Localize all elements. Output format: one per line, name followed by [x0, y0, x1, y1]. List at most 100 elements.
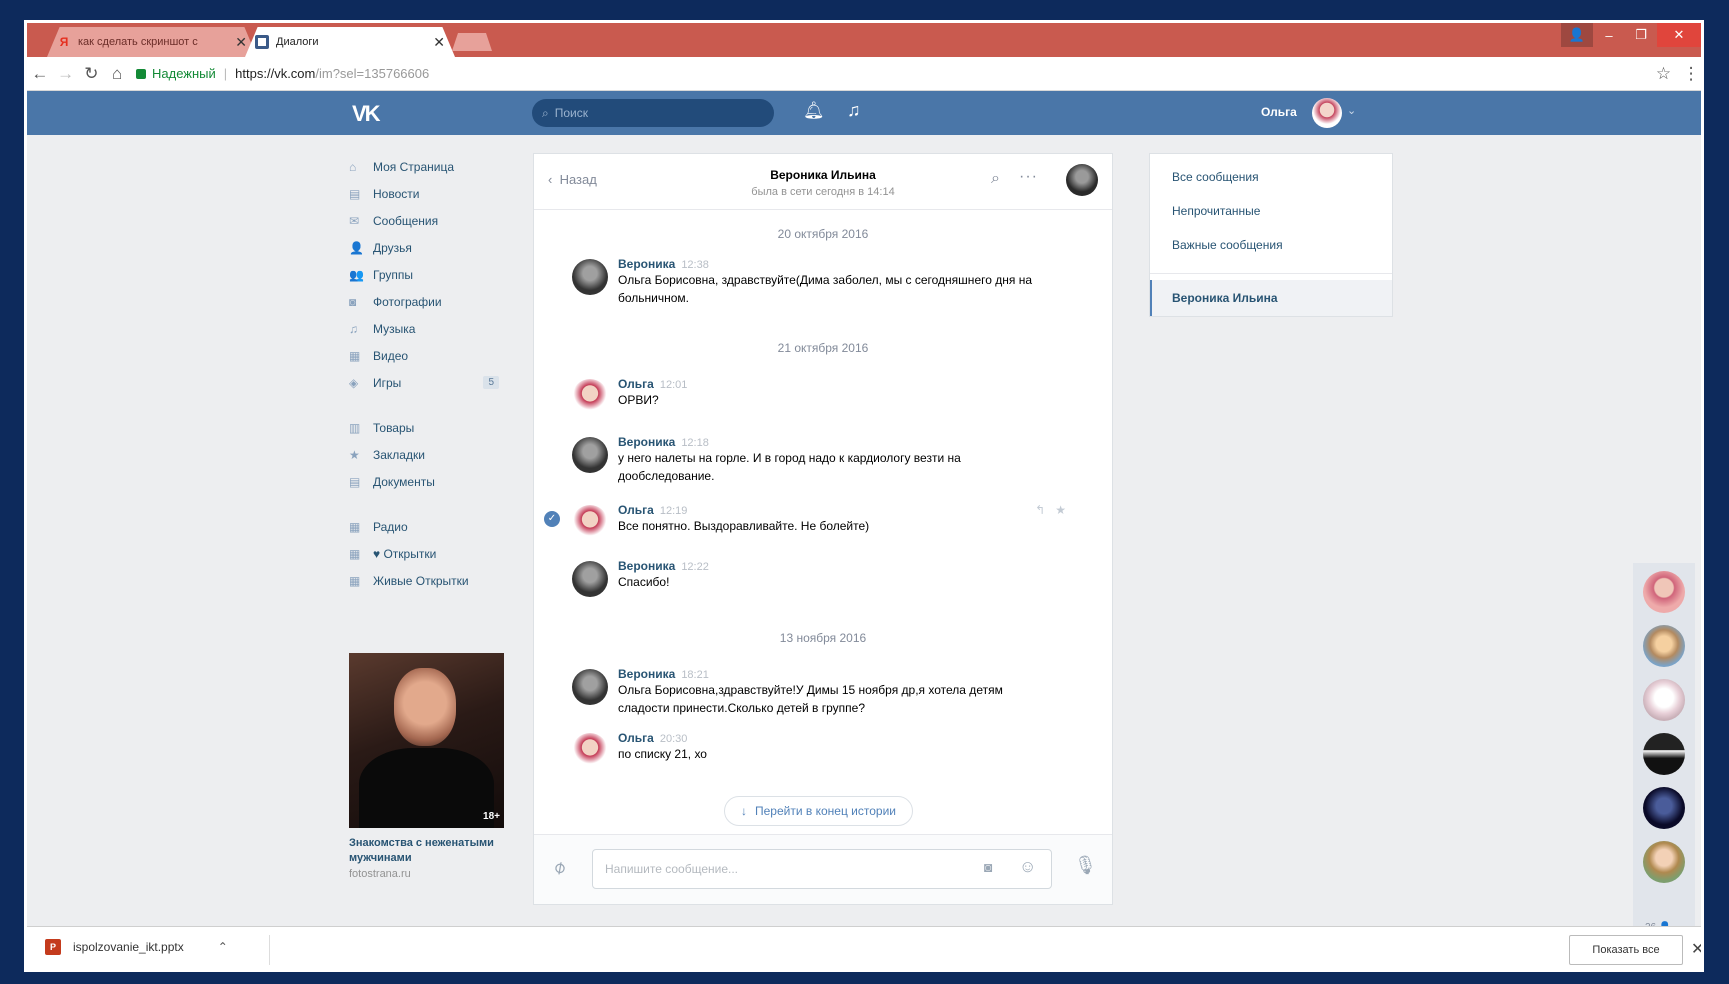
- reply-icon[interactable]: ↰: [1035, 503, 1045, 517]
- scroll-down-arrow-icon[interactable]: ▼: [1703, 936, 1704, 945]
- menu-item-photos[interactable]: ◙ Фотографии: [349, 288, 499, 315]
- vk-logo[interactable]: VK: [352, 101, 381, 127]
- jump-to-end-button[interactable]: ↓ Перейти в конец истории: [724, 796, 913, 826]
- avatar[interactable]: [572, 669, 608, 705]
- message-item[interactable]: ✓ Ольга 12:19 Все понятно. Выздоравливайт…: [534, 503, 1112, 547]
- menu-item-games[interactable]: ◈ Игры 5: [349, 369, 499, 396]
- profile-icon[interactable]: 👤: [1561, 23, 1593, 47]
- message-item[interactable]: Вероника 12:18 у него налеты на горле. И …: [534, 435, 1112, 485]
- filter-current-dialog[interactable]: Вероника Ильина: [1150, 280, 1392, 316]
- avatar[interactable]: [1643, 841, 1685, 883]
- message-item[interactable]: Вероника 12:22 Спасибо!: [534, 559, 1112, 603]
- browser-menu-icon[interactable]: ⋮: [1681, 64, 1701, 84]
- ad-block[interactable]: 18+ Знакомства с неженатыми мужчинами fo…: [349, 653, 504, 880]
- vk-search-input[interactable]: ⌕ Поиск: [532, 99, 774, 127]
- camera-icon[interactable]: ◙: [984, 859, 992, 875]
- avatar[interactable]: [1643, 571, 1685, 613]
- message-history[interactable]: 20 октября 2016 Вероника 12:38 Ольга Бори…: [534, 211, 1112, 836]
- bookmark-star-icon[interactable]: ☆: [1656, 64, 1671, 84]
- user-name[interactable]: Ольга: [1261, 105, 1297, 119]
- url-input[interactable]: Надежный | https://vk.com /im?sel=135766…: [136, 62, 1681, 86]
- message-text: ОРВИ?: [618, 393, 659, 407]
- menu-item-live-postcards[interactable]: ▦ Живые Открытки: [349, 567, 499, 594]
- scrollbar-thumb[interactable]: [1703, 226, 1704, 356]
- message-author[interactable]: Ольга: [618, 377, 654, 391]
- menu-item-messages[interactable]: ✉ Сообщения: [349, 207, 499, 234]
- maximize-icon[interactable]: ❐: [1625, 23, 1657, 47]
- menu-item-music[interactable]: ♫ Музыка: [349, 315, 499, 342]
- message-item[interactable]: Вероника 18:21 Ольга Борисовна,здравствуй…: [534, 667, 1112, 717]
- avatar[interactable]: [1643, 625, 1685, 667]
- window-controls: 👤 – ❐ ✕: [1561, 23, 1701, 47]
- message-author[interactable]: Вероника: [618, 435, 675, 449]
- menu-item-news[interactable]: ▤ Новости: [349, 180, 499, 207]
- close-icon[interactable]: ✕: [1691, 939, 1701, 959]
- forward-arrow-icon[interactable]: →: [53, 64, 79, 84]
- microphone-icon[interactable]: 🎙︎: [1074, 855, 1097, 876]
- new-tab-button[interactable]: [452, 33, 492, 51]
- filter-unread[interactable]: Непрочитанные: [1150, 194, 1392, 228]
- check-icon[interactable]: ✓: [544, 511, 560, 527]
- page-scrollbar[interactable]: ▲ ▼: [1701, 91, 1704, 947]
- tab-close-icon[interactable]: ✕: [235, 34, 247, 51]
- window-close-icon[interactable]: ✕: [1657, 23, 1701, 47]
- chevron-down-icon[interactable]: ⌄: [1347, 104, 1356, 117]
- more-icon[interactable]: ···: [1019, 168, 1038, 186]
- avatar[interactable]: [1643, 679, 1685, 721]
- avatar[interactable]: [1312, 98, 1342, 128]
- ad-title[interactable]: Знакомства с неженатыми мужчинами: [349, 836, 504, 866]
- avatar[interactable]: [572, 505, 608, 541]
- search-icon[interactable]: ⌕: [991, 170, 1000, 188]
- message-author[interactable]: Ольга: [618, 731, 654, 745]
- menu-item-bookmarks[interactable]: ★ Закладки: [349, 441, 499, 468]
- menu-item-postcards[interactable]: ▦ ♥ Открытки: [349, 540, 499, 567]
- chat-panel: ‹ Назад Вероника Ильина была в сети сего…: [533, 153, 1113, 905]
- back-arrow-icon[interactable]: ←: [27, 64, 53, 84]
- avatar[interactable]: [572, 437, 608, 473]
- music-icon[interactable]: ♫: [847, 100, 861, 121]
- message-input[interactable]: Напишите сообщение...: [592, 849, 1052, 889]
- tab-yandex-search[interactable]: Я как сделать скриншот с ✕: [47, 27, 257, 57]
- menu-item-video[interactable]: ▦ Видео: [349, 342, 499, 369]
- avatar[interactable]: [1066, 164, 1098, 196]
- bell-icon[interactable]: 🔔︎: [803, 101, 825, 121]
- show-all-downloads-button[interactable]: Показать все: [1569, 935, 1683, 965]
- menu-item-documents[interactable]: ▤ Документы: [349, 468, 499, 495]
- message-item[interactable]: Ольга 12:01 ОРВИ?: [534, 377, 1112, 421]
- minimize-icon[interactable]: –: [1593, 23, 1625, 47]
- menu-item-groups[interactable]: 👥 Группы: [349, 261, 499, 288]
- message-author[interactable]: Ольга: [618, 503, 654, 517]
- message-author[interactable]: Вероника: [618, 667, 675, 681]
- menu-label: Новости: [373, 186, 420, 201]
- menu-label: Закладки: [373, 447, 425, 462]
- reload-icon[interactable]: ↻: [79, 64, 105, 84]
- avatar[interactable]: [572, 379, 608, 415]
- paperclip-icon[interactable]: ⌀: [549, 856, 570, 879]
- gamepad-icon: ◈: [349, 375, 359, 390]
- chevron-up-icon[interactable]: ⌃: [218, 940, 228, 954]
- avatar[interactable]: [572, 259, 608, 295]
- avatar[interactable]: [1643, 733, 1685, 775]
- menu-item-radio[interactable]: ▦ Радио: [349, 513, 499, 540]
- tab-dialogs[interactable]: Диалоги ✕: [245, 27, 455, 57]
- filter-all-messages[interactable]: Все сообщения: [1150, 160, 1392, 194]
- avatar[interactable]: [572, 561, 608, 597]
- menu-item-friends[interactable]: 👤 Друзья: [349, 234, 499, 261]
- star-icon[interactable]: ★: [1055, 503, 1066, 517]
- message-author[interactable]: Вероника: [618, 559, 675, 573]
- message-item[interactable]: Ольга 20:30 по списку 21, хо: [534, 731, 1112, 775]
- avatar[interactable]: [1643, 787, 1685, 829]
- avatar[interactable]: [572, 733, 608, 769]
- message-author[interactable]: Вероника: [618, 257, 675, 271]
- scroll-up-arrow-icon[interactable]: ▲: [1703, 93, 1704, 102]
- download-item[interactable]: P ispolzovanie_ikt.pptx ⌃: [45, 939, 228, 955]
- message-text: Спасибо!: [618, 575, 670, 589]
- message-item[interactable]: Вероника 12:38 Ольга Борисовна, здравству…: [534, 257, 1112, 307]
- emoji-icon[interactable]: ☺: [1019, 857, 1036, 877]
- menu-item-goods[interactable]: ▥ Товары: [349, 414, 499, 441]
- menu-item-my-page[interactable]: ⌂ Моя Страница: [349, 153, 499, 180]
- home-icon[interactable]: ⌂: [104, 64, 130, 84]
- filter-important[interactable]: Важные сообщения: [1150, 228, 1392, 262]
- tab-close-icon[interactable]: ✕: [433, 34, 445, 51]
- ad-photo[interactable]: 18+: [349, 653, 504, 828]
